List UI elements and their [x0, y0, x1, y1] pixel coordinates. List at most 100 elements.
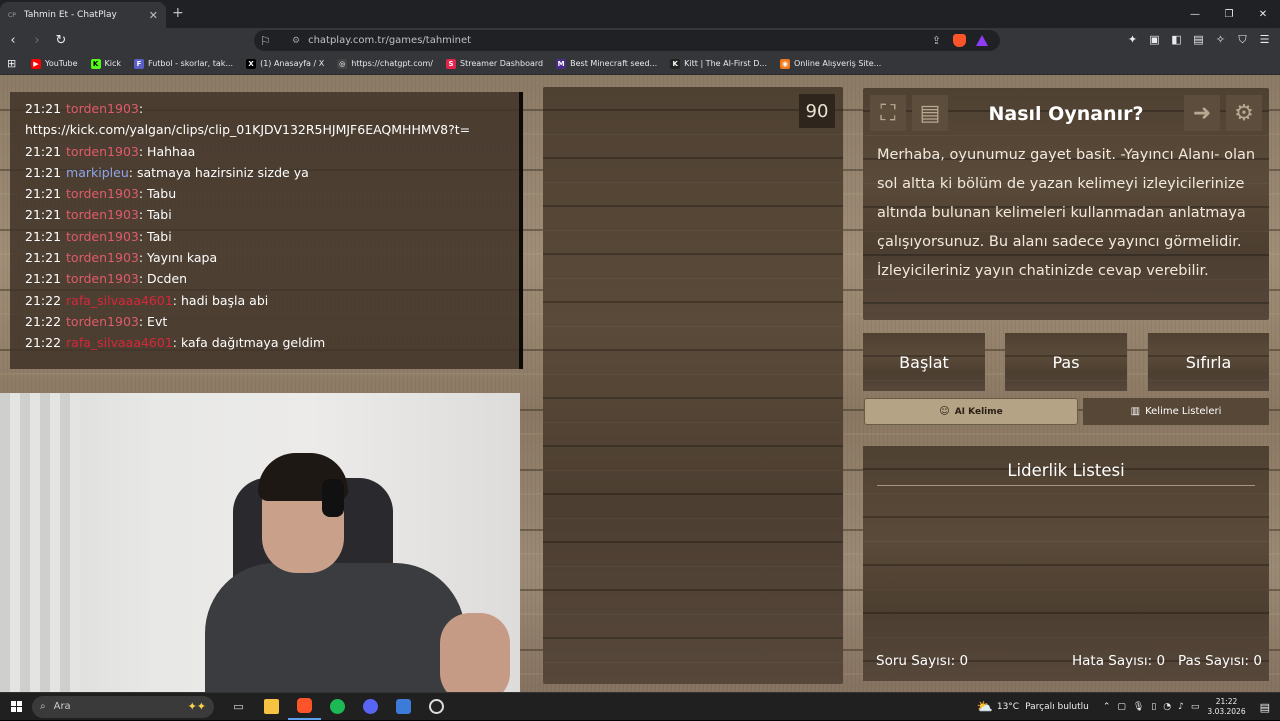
- close-window-icon[interactable]: ✕: [1246, 0, 1280, 28]
- chat-username[interactable]: markipleu: [66, 165, 129, 180]
- chevron-up-icon[interactable]: ⌃: [1103, 702, 1111, 712]
- chat-username[interactable]: torden1903: [66, 101, 139, 116]
- chat-username[interactable]: torden1903: [66, 144, 139, 159]
- browser-tab[interactable]: CP Tahmin Et - ChatPlay ✕: [0, 2, 166, 28]
- extensions-icon[interactable]: ✦: [1125, 33, 1140, 47]
- list-icon: ▥: [1130, 406, 1141, 417]
- chat-timestamp: 21:21: [25, 143, 62, 159]
- tray-app-icon[interactable]: ▢: [1117, 702, 1126, 712]
- wallet-icon[interactable]: ▤: [1191, 33, 1206, 47]
- microphone-icon[interactable]: 🎙: [1133, 702, 1144, 712]
- chat-text: Tabu: [147, 186, 177, 202]
- bookmark-futbol[interactable]: F Futbol - skorlar, tak...: [134, 58, 233, 69]
- chat-username[interactable]: torden1903: [66, 229, 139, 244]
- tab-title: Tahmin Et - ChatPlay: [23, 10, 117, 20]
- close-tab-icon[interactable]: ✕: [149, 9, 158, 22]
- word-lists-button[interactable]: ▥ Kelime Listeleri: [1083, 398, 1269, 425]
- site-settings-icon[interactable]: ⚙: [292, 36, 300, 46]
- forward-icon[interactable]: ›: [26, 30, 48, 52]
- bookmark-kick[interactable]: K Kick: [90, 58, 121, 69]
- file-explorer-icon[interactable]: [255, 694, 288, 720]
- obs-icon[interactable]: [420, 694, 453, 720]
- vpn-icon[interactable]: ⛉: [1235, 33, 1250, 47]
- phone-icon[interactable]: ▯: [1151, 702, 1156, 712]
- chat-text: Hahhaa: [147, 143, 196, 159]
- url-text[interactable]: chatplay.com.tr/games/tahminet: [308, 35, 932, 46]
- address-bar[interactable]: ⚐ ⚙ chatplay.com.tr/games/tahminet ⇪: [254, 30, 1000, 51]
- new-tab-button[interactable]: +: [172, 5, 184, 21]
- how-to-play-panel: ⛶ ▤ Nasıl Oynanır? ➜ ⚙ Merhaba, oyunumuz…: [863, 88, 1269, 320]
- leaderboard-panel: Liderlik Listesi Soru Sayısı: 0 Hata Say…: [863, 446, 1269, 681]
- chat-message: 21:21 torden1903: Tabi: [25, 207, 172, 223]
- streamer-icon: S: [446, 58, 456, 69]
- chat-username[interactable]: torden1903: [66, 314, 139, 329]
- task-view-icon[interactable]: ▭: [222, 694, 255, 720]
- futbol-icon: F: [134, 58, 145, 69]
- chat-timestamp: 21:21: [25, 228, 62, 244]
- bookmark-streamer-dashboard[interactable]: S Streamer Dashboard: [446, 58, 543, 69]
- weather-icon[interactable]: ⛅: [977, 700, 993, 715]
- chat-username[interactable]: rafa_silvaaa4601: [66, 293, 173, 308]
- ai-word-button[interactable]: ☺ AI Kelime: [864, 398, 1078, 425]
- chat-text: Tabi: [147, 207, 172, 223]
- discord-icon[interactable]: [354, 694, 387, 720]
- exit-icon[interactable]: ➜: [1184, 95, 1220, 131]
- bookmark-minecraft[interactable]: M Best Minecraft seed...: [556, 58, 657, 69]
- notification-icon[interactable]: ▤: [1260, 701, 1270, 714]
- app-icon[interactable]: [387, 694, 420, 720]
- pass-button[interactable]: Pas: [1005, 333, 1127, 391]
- chat-text: kafa dağıtmaya geldim: [180, 335, 326, 351]
- chat-username[interactable]: torden1903: [66, 250, 139, 265]
- chat-username[interactable]: rafa_silvaaa4601: [66, 335, 173, 350]
- menu-icon[interactable]: ☰: [1257, 33, 1272, 47]
- start-button-windows[interactable]: [0, 701, 32, 712]
- bookmark-x[interactable]: X (1) Anasayfa / X: [246, 58, 324, 69]
- brave-taskbar-icon[interactable]: [288, 694, 321, 720]
- reset-button[interactable]: Sıfırla: [1148, 333, 1269, 391]
- leo-ai-icon[interactable]: ✧: [1213, 33, 1228, 47]
- taskbar-search[interactable]: ⌕ Ara ✦✦: [32, 695, 214, 718]
- pass-count: Pas Sayısı: 0: [1178, 653, 1262, 669]
- minecraft-icon: M: [556, 58, 567, 69]
- taskbar-clock[interactable]: 21:22 3.03.2026: [1207, 697, 1245, 717]
- apps-grid-icon[interactable]: ⊞: [7, 57, 31, 70]
- countdown-timer: 90: [799, 94, 835, 128]
- chat-message: 21:21 torden1903: Dcden: [25, 271, 188, 287]
- bookmark-youtube[interactable]: ▶ YouTube: [31, 58, 78, 69]
- leaderboard-divider: [877, 485, 1255, 486]
- restore-icon[interactable]: ❐: [1212, 0, 1246, 28]
- minimize-icon[interactable]: —: [1178, 0, 1212, 28]
- chat-username[interactable]: torden1903: [66, 207, 139, 222]
- brave-shields-icon[interactable]: [953, 34, 966, 47]
- volume-icon[interactable]: ♪: [1178, 702, 1184, 712]
- streamer-word-area: 90: [543, 87, 843, 684]
- extensions-area: ✦ ▣ ◧ ▤ ✧ ⛉ ☰: [1125, 33, 1272, 47]
- share-icon[interactable]: ⇪: [932, 34, 941, 47]
- chat-message: 21:21 markipleu: satmaya hazirsiniz sizde…: [25, 164, 309, 180]
- chat-username[interactable]: torden1903: [66, 271, 139, 286]
- sidebar-icon[interactable]: ◧: [1169, 33, 1184, 47]
- bookmark-kitt[interactable]: K Kitt | The AI-First D...: [670, 58, 767, 69]
- chat-username[interactable]: torden1903: [66, 186, 139, 201]
- clock-time: 21:22: [1215, 697, 1238, 706]
- settings-gear-icon[interactable]: ⚙: [1226, 95, 1262, 131]
- bookmark-shop[interactable]: ◉ Online Alışveriş Site...: [780, 58, 881, 69]
- brave-rewards-icon[interactable]: [976, 35, 988, 46]
- kick-icon: K: [90, 58, 101, 69]
- bookmark-chatgpt[interactable]: ◎ https://chatgpt.com/: [337, 58, 433, 69]
- weather-temp[interactable]: 13°C: [997, 702, 1019, 712]
- spotify-icon[interactable]: [321, 694, 354, 720]
- battery-icon[interactable]: ▭: [1191, 702, 1200, 712]
- chat-text: hadi başla abi: [180, 292, 269, 308]
- chat-timestamp: 21:21: [25, 250, 62, 266]
- wifi-icon[interactable]: ◔: [1163, 702, 1171, 712]
- reload-icon[interactable]: ↻: [50, 30, 72, 52]
- chat-message: 21:21 torden1903: Tabu: [25, 186, 177, 202]
- start-button[interactable]: Başlat: [863, 333, 985, 391]
- chat-timestamp: 21:22: [25, 313, 62, 329]
- bookmark-icon[interactable]: ⚐: [260, 34, 282, 48]
- weather-desc[interactable]: Parçalı bulutlu: [1025, 702, 1089, 712]
- chat-text: Tabi: [147, 228, 172, 244]
- tab-search-icon[interactable]: ▣: [1147, 33, 1162, 47]
- back-icon[interactable]: ‹: [2, 30, 24, 52]
